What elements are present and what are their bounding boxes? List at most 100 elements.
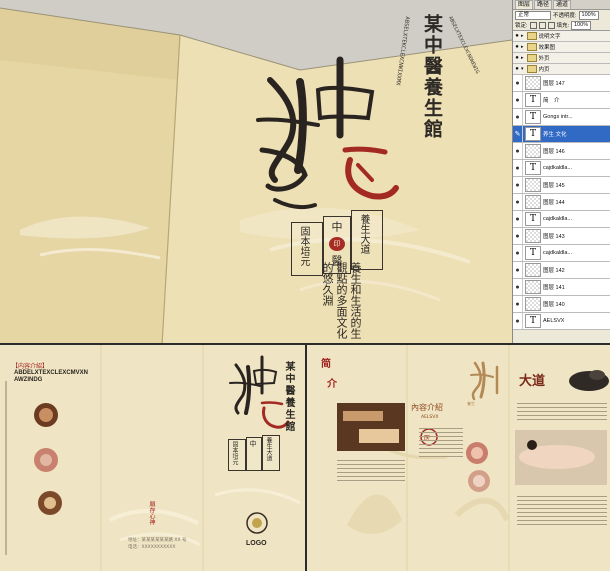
- outer-seal-left: 固本培元: [231, 441, 238, 465]
- fill-input[interactable]: 100%: [571, 20, 592, 30]
- layer-group[interactable]: ● ▾ 内页: [513, 64, 610, 75]
- layer-row[interactable]: ● T 简 介: [513, 92, 610, 109]
- text-layer-icon: T: [525, 93, 541, 107]
- fill-label: 填充:: [556, 23, 570, 29]
- layer-thumbnail: [525, 280, 541, 294]
- layer-group[interactable]: ● ▸ 效果图: [513, 42, 610, 53]
- eye-icon[interactable]: ●: [513, 262, 523, 278]
- group-name: 说明文字: [538, 34, 561, 40]
- blend-mode-select[interactable]: 正常: [515, 10, 551, 20]
- layer-name: 图层 140: [543, 302, 565, 308]
- outer-spread: 【内容介紹】 ABDELXTEXCLEXCMVXNAWZINDG 某中醫養生館 …: [0, 345, 305, 571]
- layer-name: 图层 146: [543, 149, 565, 155]
- layer-row[interactable]: ● T Gongs intr...: [513, 109, 610, 126]
- tab-paths[interactable]: 路径: [534, 0, 553, 9]
- lock-position-icon[interactable]: [547, 21, 555, 29]
- eye-icon[interactable]: ●: [513, 66, 521, 72]
- mockup-body-text: 養生和生活的生觀點的多面文化的悠久淵: [321, 262, 362, 339]
- text-layer-icon: T: [525, 127, 541, 141]
- eye-icon[interactable]: ●: [513, 143, 523, 159]
- layer-thumbnail: [525, 76, 541, 90]
- seal-center-mark: 印: [329, 237, 345, 251]
- eye-icon[interactable]: ●: [513, 228, 523, 244]
- eye-icon[interactable]: ●: [513, 194, 523, 210]
- text-layer-icon: T: [525, 246, 541, 260]
- layer-row[interactable]: ● 图层 147: [513, 75, 610, 92]
- layer-name: 养生 文化: [543, 132, 567, 138]
- inner-calligraphy-label: 養生: [467, 401, 475, 406]
- tab-layers[interactable]: 图层: [515, 0, 534, 9]
- text-lines-middle: [419, 425, 463, 460]
- layer-thumbnail: [525, 144, 541, 158]
- seal-cell-d: 養生大道: [358, 214, 369, 254]
- outer-seal-right: 養生大道: [265, 437, 272, 461]
- layer-name: 简 介: [543, 98, 560, 104]
- opacity-input[interactable]: 100%: [578, 10, 599, 20]
- panel-tabs: 图层 路径 通道: [513, 0, 610, 10]
- eye-icon[interactable]: ●: [513, 92, 523, 108]
- layer-list: ● 图层 147 ● T 简 介 ● T Gongs intr... ✎ T 养生 文化 ● 图层 14…: [513, 75, 610, 330]
- text-lines-left: [337, 457, 405, 484]
- layer-row[interactable]: ● 图层 146: [513, 143, 610, 160]
- folder-icon: [526, 32, 537, 40]
- latin-heading: ABDELXTEXCLEXCMVXNAWZINDG: [14, 370, 89, 383]
- inner-title-1: 简: [321, 359, 331, 370]
- eye-icon[interactable]: ●: [513, 177, 523, 193]
- eye-icon[interactable]: ●: [513, 313, 523, 329]
- layer-row[interactable]: ● T AELSVX: [513, 313, 610, 330]
- layer-group[interactable]: ● ▸ 说明文字: [513, 31, 610, 42]
- red-vertical-text: 順存心神: [148, 501, 155, 525]
- eye-icon[interactable]: ●: [513, 160, 523, 176]
- eye-icon[interactable]: ●: [513, 109, 523, 125]
- layers-panel: 图层 路径 通道 正常 不透明度: 100% 锁定: 填充: 100% ● ▸ …: [512, 0, 610, 345]
- lock-label: 锁定:: [515, 23, 528, 29]
- opacity-label: 不透明度:: [553, 13, 577, 19]
- chevron-right-icon[interactable]: ▸: [521, 55, 524, 61]
- folder-icon: [526, 43, 537, 51]
- layer-row[interactable]: ✎ T 养生 文化: [513, 126, 610, 143]
- inner-subtitle: 內容介紹: [411, 403, 443, 412]
- tab-channels[interactable]: 通道: [553, 0, 572, 9]
- layer-name: cajdkaldla...: [543, 216, 573, 222]
- eye-icon[interactable]: ●: [513, 55, 521, 61]
- layer-name: 图层 145: [543, 183, 565, 189]
- inner-big-title: 大道: [519, 374, 546, 389]
- outer-seal-mid: 中: [249, 440, 257, 447]
- layer-row[interactable]: ● 图层 142: [513, 262, 610, 279]
- layer-name: 图层 142: [543, 268, 565, 274]
- layer-row[interactable]: ● 图层 141: [513, 279, 610, 296]
- eye-icon[interactable]: ●: [513, 245, 523, 261]
- eye-icon[interactable]: ●: [513, 211, 523, 227]
- inner-title-2: 介: [327, 379, 337, 390]
- inner-spread: 简 介 內容介紹 AELSVX 医 養生 大道: [305, 345, 610, 571]
- text-layer-icon: T: [525, 161, 541, 175]
- eye-icon[interactable]: ●: [513, 279, 523, 295]
- text-layer-icon: T: [525, 314, 541, 328]
- layer-group[interactable]: ● ▸ 外页: [513, 53, 610, 64]
- layer-row[interactable]: ● 图层 145: [513, 177, 610, 194]
- layer-row[interactable]: ● 图层 144: [513, 194, 610, 211]
- lock-image-icon[interactable]: [538, 21, 546, 29]
- chevron-right-icon[interactable]: ▸: [521, 33, 524, 39]
- text-layer-icon: T: [525, 110, 541, 124]
- layer-name: AELSVX: [543, 318, 565, 324]
- layer-row[interactable]: ● Tcajdkaldla...: [513, 160, 610, 177]
- eye-icon[interactable]: ●: [513, 296, 523, 312]
- brochure-3d-mockup: 某中醫養生館 ABSELXTEKCLEXCNWIXXMX ABSELXTEXCL…: [0, 0, 512, 345]
- lock-transparent-icon[interactable]: [529, 21, 537, 29]
- eye-icon[interactable]: ●: [513, 44, 521, 50]
- brush-icon[interactable]: ✎: [513, 126, 523, 142]
- chevron-right-icon[interactable]: ▸: [521, 44, 524, 50]
- chevron-down-icon[interactable]: ▾: [521, 66, 524, 72]
- layer-row[interactable]: ● 图层 140: [513, 296, 610, 313]
- eye-icon[interactable]: ●: [513, 33, 521, 39]
- group-name: 外页: [538, 56, 550, 62]
- eye-icon[interactable]: ●: [513, 75, 523, 91]
- spa-photo: [337, 403, 405, 451]
- layer-row[interactable]: ● Tcajdkaldla...: [513, 211, 610, 228]
- layer-row[interactable]: ● 图层 143: [513, 228, 610, 245]
- layer-thumbnail: [525, 297, 541, 311]
- contact-line-2: 电话：XXXXXXXXXXX: [128, 545, 176, 550]
- layer-row[interactable]: ● Tcajdkaldla...: [513, 245, 610, 262]
- text-lines-right: [517, 400, 607, 423]
